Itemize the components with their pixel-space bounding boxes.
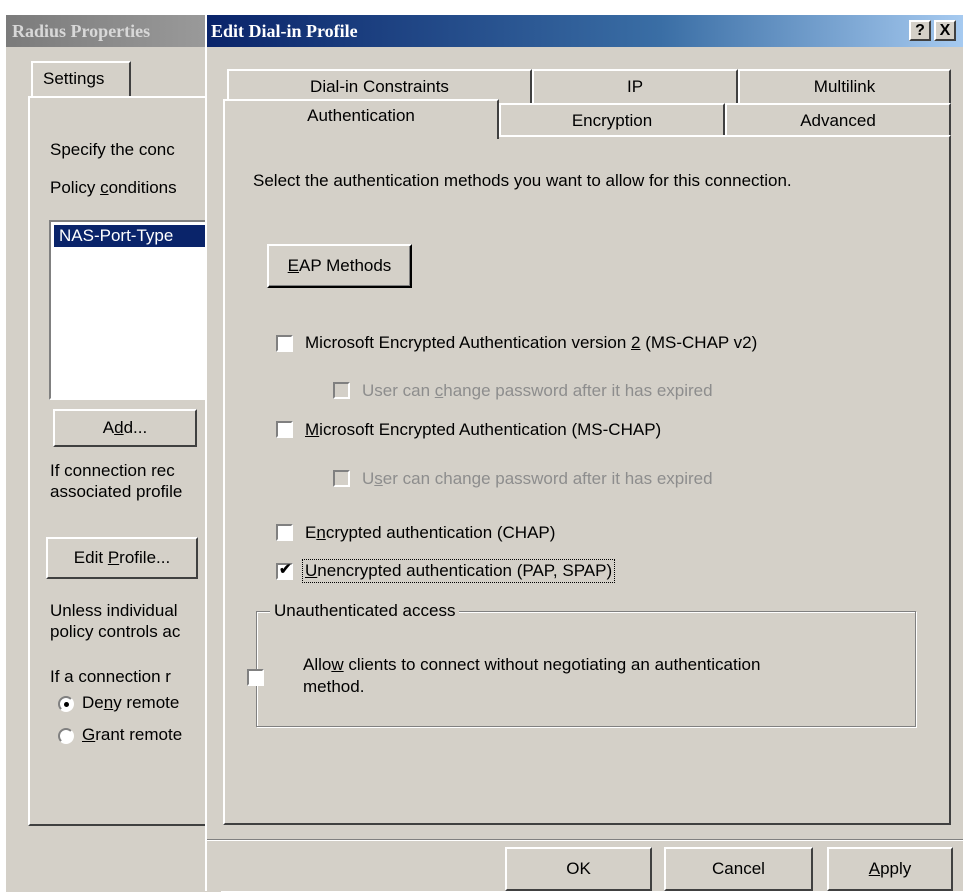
chap-checkbox[interactable] <box>276 524 293 541</box>
radius-properties-title: Radius Properties <box>12 21 151 41</box>
dialog-titlebar[interactable]: Edit Dial-in Profile ? X <box>207 15 963 47</box>
policy-conditions-label: Policy conditions <box>50 178 177 197</box>
edit-dial-in-profile-dialog: Edit Dial-in Profile ? X Dial-in Constra… <box>205 14 963 891</box>
tab-advanced[interactable]: Advanced <box>725 103 951 137</box>
radio-selected-dot <box>64 702 69 707</box>
tab-encryption[interactable]: Encryption <box>499 103 725 137</box>
allow-unauthenticated-label: Allow clients to connect without negotia… <box>303 655 761 674</box>
help-button[interactable]: ? <box>909 20 931 41</box>
mschap-change-password-checkbox[interactable] <box>333 470 350 487</box>
checkmark-icon: ✔ <box>279 561 292 578</box>
allow-unauthenticated-checkbox[interactable] <box>247 669 264 686</box>
unless-text-line2: policy controls ac <box>50 622 181 641</box>
if-a-connection-text: If a connection r <box>50 667 171 686</box>
cancel-button[interactable]: Cancel <box>664 847 813 891</box>
mschapv2-checkbox[interactable] <box>276 335 293 352</box>
mschapv2-change-password-label: User can change password after it has ex… <box>362 381 713 400</box>
deny-remote-label: Deny remote <box>82 693 180 712</box>
edit-profile-button[interactable]: Edit Profile... <box>46 537 198 579</box>
grant-remote-label: Grant remote <box>82 725 183 744</box>
tab-settings[interactable]: Settings <box>31 61 131 97</box>
unauthenticated-access-title: Unauthenticated access <box>270 600 460 622</box>
pap-label: Unencrypted authentication (PAP, SPAP) <box>301 559 616 583</box>
allow-unauthenticated-label-line2: method. <box>303 677 365 696</box>
mschapv2-change-password-checkbox[interactable] <box>333 382 350 399</box>
if-connection-text-line2: associated profile <box>50 482 183 501</box>
dialog-title: Edit Dial-in Profile <box>211 21 358 41</box>
tab-dial-in-constraints[interactable]: Dial-in Constraints <box>227 69 532 103</box>
list-item[interactable]: NAS-Port-Type <box>54 225 221 247</box>
instruction-text: Select the authentication methods you wa… <box>253 171 792 190</box>
mschapv2-label: Microsoft Encrypted Authentication versi… <box>305 333 758 352</box>
add-button[interactable]: Add... <box>53 409 197 447</box>
footer-separator <box>207 839 963 841</box>
eap-methods-button[interactable]: EAP Methods <box>267 244 412 288</box>
mschap-checkbox[interactable] <box>276 421 293 438</box>
radius-properties-window: Radius Properties Settings Specify the c… <box>5 14 221 892</box>
if-connection-text-line1: If connection rec <box>50 461 175 480</box>
tab-authentication[interactable]: Authentication <box>223 99 499 139</box>
tab-multilink[interactable]: Multilink <box>738 69 951 103</box>
apply-button[interactable]: Apply <box>827 847 953 891</box>
unless-text-line1: Unless individual <box>50 601 178 620</box>
policy-conditions-list[interactable]: NAS-Port-Type <box>49 220 221 400</box>
specify-text: Specify the conc <box>50 140 175 159</box>
mschap-change-password-label: User can change password after it has ex… <box>362 469 713 488</box>
mschap-label: Microsoft Encrypted Authentication (MS-C… <box>305 420 662 439</box>
pap-checkbox[interactable]: ✔ <box>276 561 293 580</box>
radius-properties-titlebar: Radius Properties <box>6 15 221 47</box>
chap-label: Encrypted authentication (CHAP) <box>305 523 556 542</box>
ok-button[interactable]: OK <box>505 847 652 891</box>
grant-remote-radio[interactable] <box>58 728 74 744</box>
deny-remote-radio[interactable] <box>58 696 74 712</box>
tab-settings-label: Settings <box>43 69 105 88</box>
tab-ip[interactable]: IP <box>532 69 738 103</box>
close-button[interactable]: X <box>934 20 956 41</box>
